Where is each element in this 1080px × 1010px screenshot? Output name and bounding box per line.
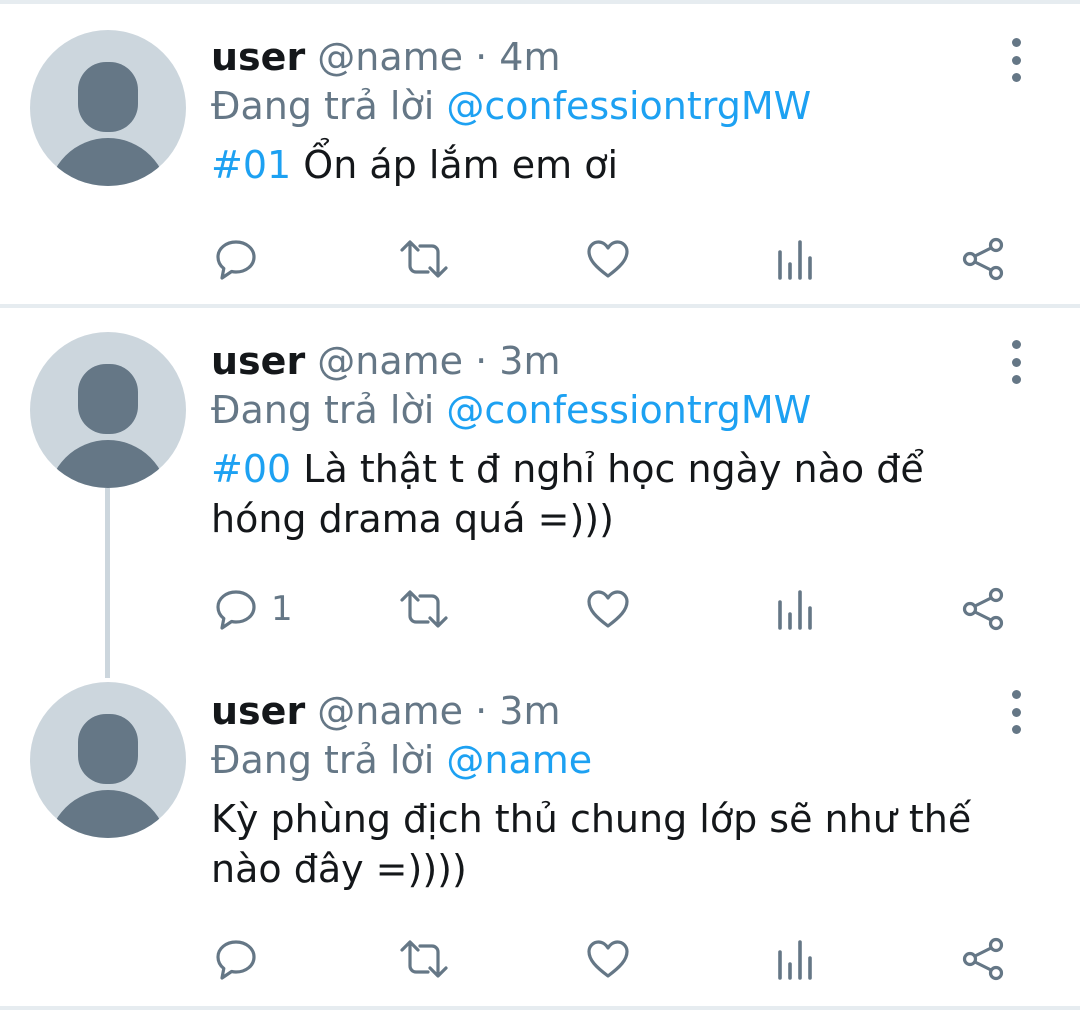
retweet-icon[interactable]	[398, 934, 450, 984]
handle-time: @name · 3m	[317, 339, 561, 383]
analytics-icon[interactable]	[775, 234, 817, 284]
more-icon[interactable]	[1006, 340, 1026, 384]
hashtag-link[interactable]: #01	[211, 143, 291, 187]
tweet-text: #01 Ổn áp lắm em ơi	[211, 140, 1011, 190]
replying-to: Đang trả lời @confessiontrgMW	[211, 384, 1011, 436]
mention-link[interactable]: @name	[446, 738, 592, 782]
tweet-body: Ổn áp lắm em ơi	[291, 143, 619, 187]
display-name[interactable]: user	[211, 339, 305, 383]
tweet-actions	[0, 934, 1080, 984]
share-icon[interactable]	[960, 234, 1006, 284]
like-icon[interactable]	[585, 934, 631, 984]
tweet-actions: 1	[0, 584, 1080, 634]
thread-line	[105, 488, 110, 678]
more-icon[interactable]	[1006, 38, 1026, 82]
tweet-2[interactable]: user @name · 3m Đang trả lời @confession…	[0, 308, 1080, 678]
tweet-header: user @name · 3m	[211, 338, 1011, 384]
replying-to-label: Đang trả lời	[211, 738, 435, 782]
mention-link[interactable]: @confessiontrgMW	[446, 84, 811, 128]
replying-to: Đang trả lời @confessiontrgMW	[211, 80, 1011, 132]
tweet-header: user @name · 4m	[211, 34, 1011, 80]
tweet-actions	[0, 234, 1080, 284]
tweet-body: Là thật t đ nghỉ học ngày nào để hóng dr…	[211, 447, 924, 541]
replying-to-label: Đang trả lời	[211, 388, 435, 432]
tweet-header: user @name · 3m	[211, 688, 1011, 734]
mention-link[interactable]: @confessiontrgMW	[446, 388, 811, 432]
replying-to: Đang trả lời @name	[211, 734, 1011, 786]
avatar[interactable]	[30, 30, 186, 186]
tweet-body: Kỳ phùng địch thủ chung lớp sẽ như thế n…	[211, 797, 972, 891]
analytics-icon[interactable]	[775, 584, 817, 634]
tweet-1[interactable]: user @name · 4m Đang trả lời @confession…	[0, 0, 1080, 305]
retweet-icon[interactable]	[398, 584, 450, 634]
retweet-icon[interactable]	[398, 234, 450, 284]
share-icon[interactable]	[960, 934, 1006, 984]
avatar[interactable]	[30, 332, 186, 488]
bottom-divider	[0, 1006, 1080, 1010]
like-icon[interactable]	[585, 234, 631, 284]
reply-icon[interactable]	[213, 934, 271, 984]
reply-count: 1	[271, 589, 293, 629]
reply-icon[interactable]: 1	[213, 584, 293, 634]
reply-icon[interactable]	[213, 234, 271, 284]
hashtag-link[interactable]: #00	[211, 447, 291, 491]
tweet-text: #00 Là thật t đ nghỉ học ngày nào để hón…	[211, 444, 971, 544]
replying-to-label: Đang trả lời	[211, 84, 435, 128]
analytics-icon[interactable]	[775, 934, 817, 984]
display-name[interactable]: user	[211, 35, 305, 79]
display-name[interactable]: user	[211, 689, 305, 733]
more-icon[interactable]	[1006, 690, 1026, 734]
handle-time: @name · 3m	[317, 689, 561, 733]
like-icon[interactable]	[585, 584, 631, 634]
handle-time: @name · 4m	[317, 35, 561, 79]
share-icon[interactable]	[960, 584, 1006, 634]
avatar[interactable]	[30, 682, 186, 838]
tweet-text: Kỳ phùng địch thủ chung lớp sẽ như thế n…	[211, 794, 1001, 894]
tweet-3[interactable]: user @name · 3m Đang trả lời @name Kỳ ph…	[0, 678, 1080, 1006]
